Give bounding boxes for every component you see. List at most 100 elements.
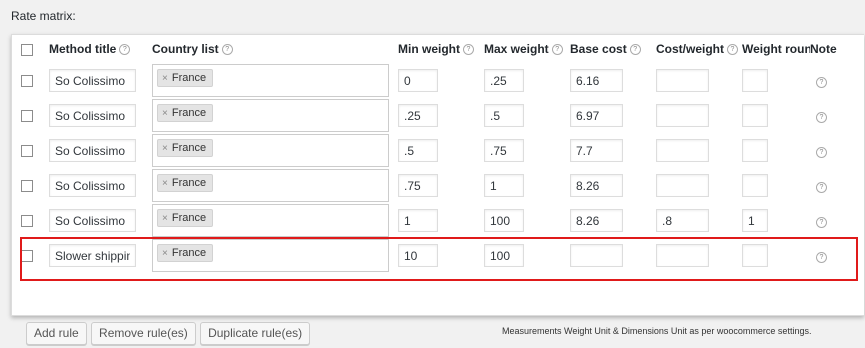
base-cost-input[interactable] xyxy=(570,69,623,92)
col-note: Note xyxy=(810,35,864,63)
base-cost-input[interactable] xyxy=(570,209,623,232)
cost-weight-input[interactable] xyxy=(656,209,709,232)
rate-matrix-panel: Method title? Country list? Min weight? … xyxy=(11,34,864,345)
close-icon[interactable]: × xyxy=(162,178,168,189)
base-cost-input[interactable] xyxy=(570,139,623,162)
col-base-cost: Base cost? xyxy=(570,35,656,63)
country-token-label: France xyxy=(171,177,207,189)
help-icon[interactable]: ? xyxy=(816,217,827,228)
row-checkbox[interactable] xyxy=(21,110,33,123)
country-token: × France xyxy=(157,139,214,157)
row-checkbox[interactable] xyxy=(21,180,33,193)
cost-weight-input[interactable] xyxy=(656,174,709,197)
base-cost-input[interactable] xyxy=(570,174,623,197)
country-list-select[interactable]: × France xyxy=(152,134,389,167)
rate-matrix-table: Method title? Country list? Min weight? … xyxy=(12,35,864,273)
col-max-weight-label: Max weight xyxy=(484,42,549,56)
min-weight-input[interactable] xyxy=(398,104,438,127)
method-title-input[interactable] xyxy=(49,104,136,127)
max-weight-input[interactable] xyxy=(484,244,524,267)
table-row-highlighted: ×France ? xyxy=(12,238,864,273)
help-icon[interactable]: ? xyxy=(816,112,827,123)
country-token-label: France xyxy=(171,247,207,259)
weight-round-input[interactable] xyxy=(742,244,768,267)
cost-weight-input[interactable] xyxy=(656,69,709,92)
help-icon[interactable]: ? xyxy=(119,44,131,56)
base-cost-input[interactable] xyxy=(570,244,623,267)
help-icon[interactable]: ? xyxy=(221,44,233,56)
weight-round-input[interactable] xyxy=(742,104,768,127)
method-title-input[interactable] xyxy=(49,174,136,197)
country-list-select[interactable]: × France xyxy=(152,64,389,97)
close-icon[interactable]: × xyxy=(162,143,168,154)
help-icon[interactable]: ? xyxy=(629,44,641,56)
table-header-row: Method title? Country list? Min weight? … xyxy=(12,35,864,63)
weight-round-input[interactable] xyxy=(742,69,768,92)
col-country-list-label: Country list xyxy=(152,42,219,56)
method-title-input[interactable] xyxy=(49,139,136,162)
country-list-select[interactable]: × France xyxy=(152,169,389,202)
cost-weight-input[interactable] xyxy=(656,139,709,162)
section-title: Rate matrix: xyxy=(11,9,76,23)
table-row: ×France ? xyxy=(12,133,864,168)
col-min-weight: Min weight? xyxy=(398,35,484,63)
table-row: ×France ? xyxy=(12,98,864,133)
country-token-label: France xyxy=(171,212,207,224)
help-icon[interactable]: ? xyxy=(816,182,827,193)
help-icon[interactable]: ? xyxy=(727,44,738,56)
min-weight-input[interactable] xyxy=(398,174,438,197)
max-weight-input[interactable] xyxy=(484,69,524,92)
cost-weight-input[interactable] xyxy=(656,244,709,267)
col-max-weight: Max weight? xyxy=(484,35,570,63)
col-method-title: Method title? xyxy=(49,35,152,63)
country-token: × France xyxy=(157,69,214,87)
col-method-title-label: Method title xyxy=(49,42,117,56)
max-weight-input[interactable] xyxy=(484,209,524,232)
max-weight-input[interactable] xyxy=(484,139,524,162)
table-row: ×France ? xyxy=(12,63,864,98)
country-token: × France xyxy=(157,174,214,192)
col-country-list: Country list? xyxy=(152,35,398,63)
help-icon[interactable]: ? xyxy=(816,252,827,263)
base-cost-input[interactable] xyxy=(570,104,623,127)
weight-round-input[interactable] xyxy=(742,139,768,162)
country-token-label: France xyxy=(171,72,207,84)
help-icon[interactable]: ? xyxy=(463,44,474,56)
col-weight-round-label: Weight round xyxy=(742,42,810,56)
method-title-input[interactable] xyxy=(49,209,136,232)
min-weight-input[interactable] xyxy=(398,69,438,92)
min-weight-input[interactable] xyxy=(398,209,438,232)
row-checkbox[interactable] xyxy=(21,250,33,263)
country-list-select[interactable]: × France xyxy=(152,239,389,272)
cost-weight-input[interactable] xyxy=(656,104,709,127)
country-token: × France xyxy=(157,104,214,122)
method-title-input[interactable] xyxy=(49,69,136,92)
close-icon[interactable]: × xyxy=(162,108,168,119)
table-row: ×France ? xyxy=(12,168,864,203)
select-all-checkbox[interactable] xyxy=(21,43,33,56)
country-list-select[interactable]: × France xyxy=(152,204,389,237)
help-icon[interactable]: ? xyxy=(816,147,827,158)
col-cost-weight-label: Cost/weight xyxy=(656,42,724,56)
col-cost-weight: Cost/weight? xyxy=(656,35,742,63)
max-weight-input[interactable] xyxy=(484,104,524,127)
help-icon[interactable]: ? xyxy=(816,77,827,88)
max-weight-input[interactable] xyxy=(484,174,524,197)
row-checkbox[interactable] xyxy=(21,215,33,228)
close-icon[interactable]: × xyxy=(162,248,168,259)
method-title-input[interactable] xyxy=(49,244,136,267)
select-all-cell[interactable] xyxy=(12,35,49,63)
country-token: × France xyxy=(157,244,214,262)
help-icon[interactable]: ? xyxy=(551,44,563,56)
country-token-label: France xyxy=(171,142,207,154)
close-icon[interactable]: × xyxy=(162,73,168,84)
row-checkbox[interactable] xyxy=(21,145,33,158)
weight-round-input[interactable] xyxy=(742,174,768,197)
row-checkbox[interactable] xyxy=(21,75,33,88)
weight-round-input[interactable] xyxy=(742,209,768,232)
country-list-select[interactable]: × France xyxy=(152,99,389,132)
close-icon[interactable]: × xyxy=(162,213,168,224)
min-weight-input[interactable] xyxy=(398,139,438,162)
min-weight-input[interactable] xyxy=(398,244,438,267)
country-token: × France xyxy=(157,209,214,227)
